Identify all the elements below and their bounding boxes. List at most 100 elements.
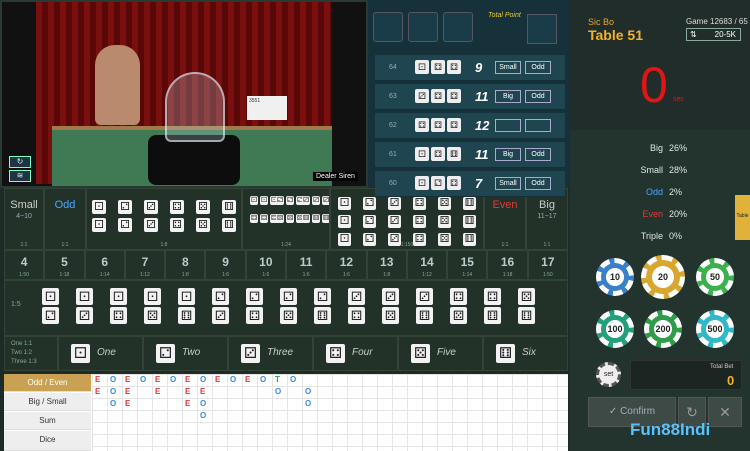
die-icon: ⚃ [246,307,263,324]
bet-single-three[interactable]: ⚂ Three [228,336,313,371]
history-total: 9 [475,60,483,75]
bet-odd[interactable]: Odd 1:1 [44,188,86,250]
combo-1-3[interactable]: ⚀⚂ [75,287,93,325]
history-tag: Odd [525,177,551,190]
bet-total-11[interactable]: 11 1:6 [286,250,327,280]
combo-4-5[interactable]: ⚃⚄ [449,287,467,325]
bet-single-one[interactable]: ⚀ One [58,336,143,371]
chip-100[interactable]: 100 [596,310,634,348]
combo-1-4[interactable]: ⚀⚃ [109,287,127,325]
die-icon: ⚃ [447,60,461,74]
bet-single-five[interactable]: ⚄ Five [398,336,483,371]
bet-total-16[interactable]: 16 1:18 [487,250,528,280]
combo-4-6[interactable]: ⚃⚅ [483,287,501,325]
triple-4[interactable]: ⚃⚃⚃ [412,193,428,247]
triple-1[interactable]: ⚀⚀⚀ [337,193,353,247]
bet-single-two[interactable]: ⚁ Two [143,336,228,371]
die-icon: ⚃ [447,118,461,132]
bet-total-12[interactable]: 12 1:6 [326,250,367,280]
history-tag [495,119,521,132]
chip-50[interactable]: 50 [696,258,734,296]
triple-5[interactable]: ⚄⚄⚄ [437,193,453,247]
total-bet-value: 0 [727,373,735,388]
die-icon: ⚄ [196,218,210,232]
combo-3-5[interactable]: ⚂⚄ [381,287,399,325]
bet-total-9[interactable]: 9 1:6 [205,250,246,280]
countdown-unit: sec [673,96,684,103]
bet-combinations[interactable]: 1:5 ⚀⚁ ⚀⚂ ⚀⚃ ⚀⚄ ⚀⚅ ⚁⚂ ⚁⚃ ⚁⚄ ⚁⚅ ⚂⚃ ⚂⚄ ⚂⚅ ⚃⚄ ⚃⚅ ⚄⚅ [4,280,568,336]
chip-settings-button[interactable]: set [596,362,621,387]
combo-2-6[interactable]: ⚁⚅ [313,287,331,325]
triple-6[interactable]: ⚅⚅⚅ [462,193,478,247]
bet-big[interactable]: Big 11~17 1:1 [526,188,568,250]
chip-10[interactable]: 10 [596,258,634,296]
total-number: 11 [299,255,313,269]
side-tab-table[interactable]: Table [735,195,750,240]
bet-small[interactable]: Small 4~10 1:1 [4,188,44,250]
bet-total-7[interactable]: 7 1:12 [124,250,166,280]
tab-odd-even[interactable]: Odd / Even [4,374,91,392]
bet-total-13[interactable]: 13 1:8 [366,250,407,280]
chip-500[interactable]: 500 [696,310,734,348]
die-icon: ⚃ [484,288,501,305]
die-icon: ⚂ [144,200,158,214]
bet-doubles[interactable]: ⚀⚀ ⚁⚁ ⚂⚂ ⚃⚃ ⚄⚄ ⚅⚅ 1:8 [86,188,242,250]
bet-even[interactable]: Even 1:1 [484,188,526,250]
bet-total-5[interactable]: 5 1:18 [44,250,85,280]
combo-2-4[interactable]: ⚁⚃ [245,287,263,325]
history-row: 61 ⚀ ⚃ ⚅ 11 Big Odd [375,142,565,168]
wifi-icon[interactable]: ≋ [9,170,31,182]
bet-specific-triples[interactable]: ⚀⚀⚀ ⚁⚁⚁ ⚂⚂⚂ ⚃⚃⚃ ⚄⚄⚄ ⚅⚅⚅ 1:150 [330,188,484,250]
die-icon: ⚀ [415,60,429,74]
double-6[interactable]: ⚅⚅ [221,197,237,233]
bet-single-four[interactable]: ⚃ Four [313,336,398,371]
bet-total-15[interactable]: 15 1:14 [447,250,488,280]
single-label: Two [182,347,201,358]
chip-200[interactable]: 200 [644,310,682,348]
bet-single-six[interactable]: ⚅ Six [483,336,568,371]
stat-label: Triple [640,231,663,241]
dice-shaker-base [148,135,240,185]
combo-1-2[interactable]: ⚀⚁ [41,287,59,325]
bet-limit[interactable]: ⇅ 20-5K [686,28,741,41]
die-icon: ⚁ [314,288,331,305]
double-2[interactable]: ⚁⚁ [117,197,133,233]
combo-3-6[interactable]: ⚂⚅ [415,287,433,325]
refresh-video-icon[interactable]: ↻ [9,156,31,168]
total-point-label: Total Point [488,12,521,19]
tab-sum[interactable]: Sum [4,412,91,430]
odds-label: 1:150 [400,242,414,248]
tab-big-small[interactable]: Big / Small [4,393,91,411]
history-tag: Small [495,177,521,190]
check-icon: ✓ [608,406,621,417]
combo-1-5[interactable]: ⚀⚄ [143,287,161,325]
bet-total-6[interactable]: 6 1:14 [84,250,125,280]
combo-3-4[interactable]: ⚂⚃ [347,287,365,325]
history-tag: Odd [525,148,551,161]
single-odds-info[interactable]: One 1:1 Two 1:2 Three 1:3 [4,336,58,371]
chip-20[interactable]: 20 [641,255,685,299]
bet-total-17[interactable]: 17 1:50 [527,250,568,280]
double-3[interactable]: ⚂⚂ [143,197,159,233]
roadmap-mark: E [185,399,191,408]
clear-button[interactable]: ✕ [708,397,742,427]
combo-5-6[interactable]: ⚄⚅ [517,287,535,325]
combo-2-5[interactable]: ⚁⚄ [279,287,297,325]
double-4[interactable]: ⚃⚃ [169,197,185,233]
tab-dice[interactable]: Dice [4,431,91,451]
history-dice: ⚀ ⚃ ⚅ [415,147,461,161]
bet-total-14[interactable]: 14 1:12 [406,250,448,280]
triple-2[interactable]: ⚁⚁⚁ [362,193,378,247]
history-row: 63 ⚂ ⚃ ⚃ 11 Big Odd [375,84,565,110]
double-5[interactable]: ⚄⚄ [195,197,211,233]
combo-2-3[interactable]: ⚁⚂ [211,287,229,325]
bet-total-8[interactable]: 8 1:8 [165,250,206,280]
combo-1-6[interactable]: ⚀⚅ [177,287,195,325]
bet-total-10[interactable]: 10 1:6 [245,250,286,280]
double-1[interactable]: ⚀⚀ [91,197,107,233]
roadmap-mark: E [125,387,131,396]
triple-3[interactable]: ⚂⚂⚂ [387,193,403,247]
dealer-name: Dealer Siren [313,172,358,181]
bet-total-4[interactable]: 4 1:50 [4,250,45,280]
bet-any-triple[interactable]: ⚀ ⚀ ⚀ ⚁ ⚁ ⚁ ⚂ ⚂ ⚂ ⚃ ⚃ ⚃ ⚄ ⚄ ⚄ ⚅ ⚅ ⚅ 1:24 [242,188,330,250]
